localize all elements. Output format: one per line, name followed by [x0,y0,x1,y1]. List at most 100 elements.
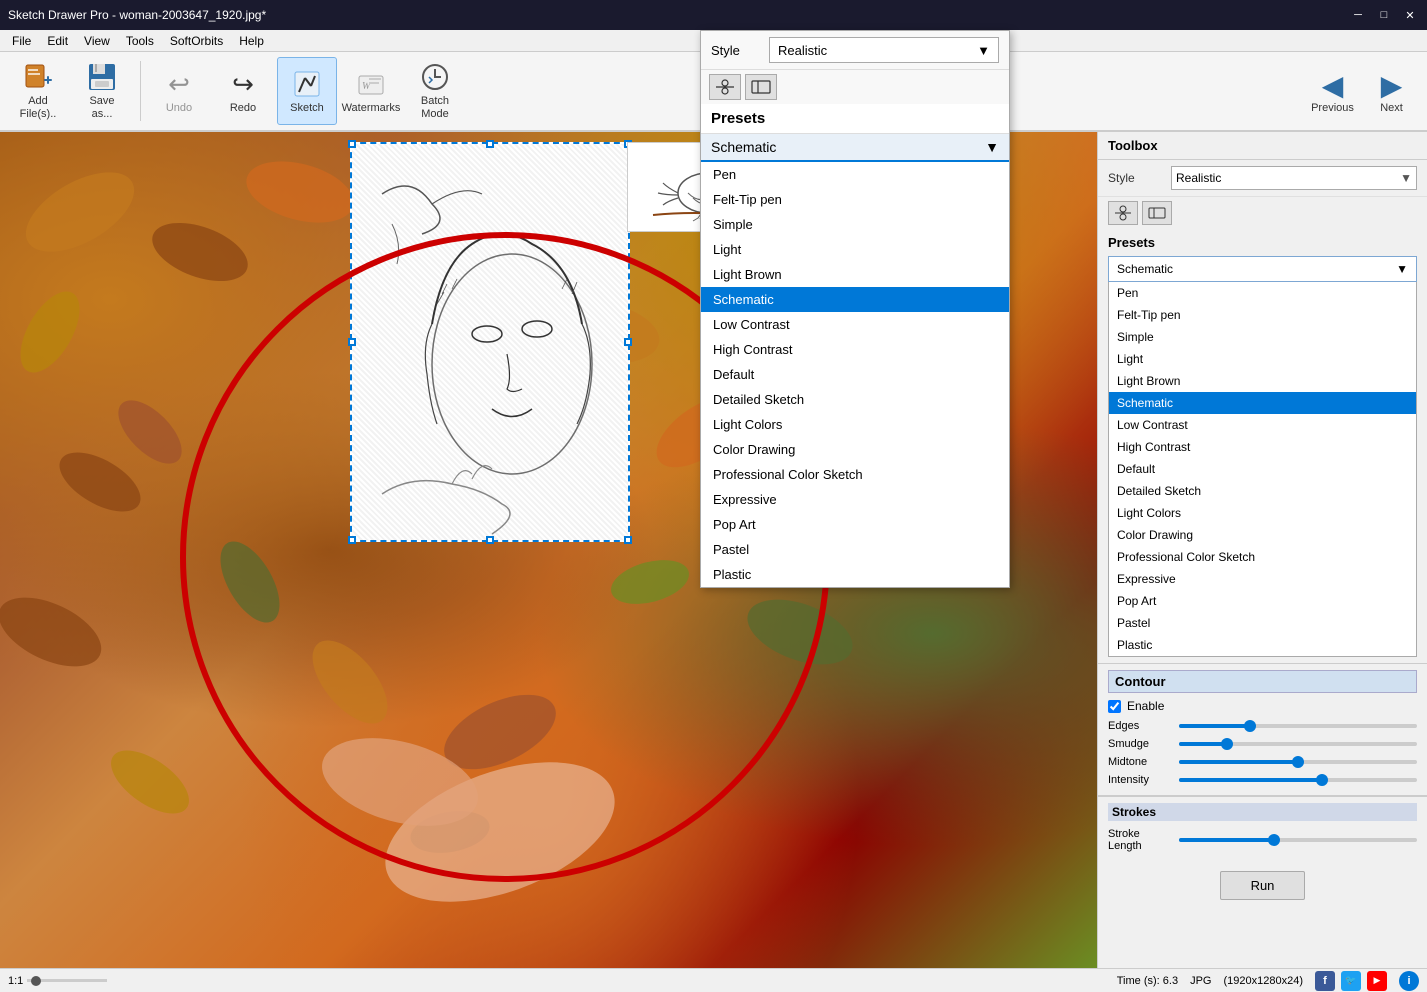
big-item-highcontrast[interactable]: High Contrast [701,337,1009,362]
sketch-drawing [352,144,628,540]
big-presets-label: Presets [701,104,1009,134]
big-item-colordrawing[interactable]: Color Drawing [701,437,1009,462]
preset-item-expressive[interactable]: Expressive [1109,568,1416,590]
menu-edit[interactable]: Edit [39,32,76,50]
menu-softorbits[interactable]: SoftOrbits [162,32,231,50]
big-item-pen[interactable]: Pen [701,162,1009,187]
previous-button[interactable]: ◀ Previous [1305,57,1360,125]
preset-item-default[interactable]: Default [1109,458,1416,480]
sketch-image [350,142,630,542]
handle-bottommid[interactable] [486,536,494,544]
big-item-profcolor[interactable]: Professional Color Sketch [701,462,1009,487]
info-icon[interactable]: i [1399,971,1419,991]
preset-dropdown-arrow: ▼ [1396,262,1408,276]
big-item-lightbrown[interactable]: Light Brown [701,262,1009,287]
edges-label: Edges [1108,720,1173,732]
big-item-pastel[interactable]: Pastel [701,537,1009,562]
sketch-label: Sketch [290,102,324,114]
save-icon [86,61,118,93]
preset-item-simple[interactable]: Simple [1109,326,1416,348]
edges-row: Edges [1108,717,1417,735]
preset-item-lightcolors[interactable]: Light Colors [1109,502,1416,524]
batch-mode-button[interactable]: BatchMode [405,57,465,125]
save-as-button[interactable]: Saveas... [72,57,132,125]
run-button[interactable]: Run [1220,871,1306,900]
big-item-felt[interactable]: Felt-Tip pen [701,187,1009,212]
preset-item-lightbrown[interactable]: Light Brown [1109,370,1416,392]
midtone-label: Midtone [1108,756,1173,768]
big-item-light[interactable]: Light [701,237,1009,262]
handle-topleft[interactable] [348,140,356,148]
preset-item-pen[interactable]: Pen [1109,282,1416,304]
preset-item-light[interactable]: Light [1109,348,1416,370]
preset-item-detailed[interactable]: Detailed Sketch [1109,480,1416,502]
menu-file[interactable]: File [4,32,39,50]
handle-bottomleft[interactable] [348,536,356,544]
midtone-slider[interactable] [1179,760,1417,764]
preset-item-popart[interactable]: Pop Art [1109,590,1416,612]
big-icon-btn-1[interactable] [709,74,741,100]
style-row: Style Realistic ▼ [1098,160,1427,197]
minimize-button[interactable]: ─ [1349,6,1367,24]
big-preset-select[interactable]: Schematic ▼ [701,134,1009,162]
redo-label: Redo [230,102,256,114]
stroke-length-row: Stroke Length [1108,825,1417,855]
preset-item-felt[interactable]: Felt-Tip pen [1109,304,1416,326]
big-icon-btn-2[interactable] [745,74,777,100]
preset-item-lowcontrast[interactable]: Low Contrast [1109,414,1416,436]
zoom-slider[interactable] [27,979,107,982]
big-item-lightcolors[interactable]: Light Colors [701,412,1009,437]
big-item-popart[interactable]: Pop Art [701,512,1009,537]
handle-leftmid[interactable] [348,338,356,346]
big-item-default[interactable]: Default [701,362,1009,387]
big-item-lowcontrast[interactable]: Low Contrast [701,312,1009,337]
intensity-slider[interactable] [1179,778,1417,782]
big-item-simple[interactable]: Simple [701,212,1009,237]
intensity-label: Intensity [1108,774,1173,786]
facebook-icon[interactable]: f [1315,971,1335,991]
big-style-select[interactable]: Realistic ▼ [769,37,999,63]
handle-bottomright[interactable] [624,536,632,544]
big-item-schematic[interactable]: Schematic [701,287,1009,312]
preset-item-plastic[interactable]: Plastic [1109,634,1416,656]
menu-view[interactable]: View [76,32,118,50]
handle-topmid[interactable] [486,140,494,148]
stroke-length-slider[interactable] [1179,838,1417,842]
toolbox-panel: Toolbox Style Realistic ▼ Presets Schema… [1097,132,1427,968]
preset-item-profcolor[interactable]: Professional Color Sketch [1109,546,1416,568]
preset-item-schematic[interactable]: Schematic [1109,392,1416,414]
big-item-detailed[interactable]: Detailed Sketch [701,387,1009,412]
add-file-button[interactable]: AddFile(s).. [8,57,68,125]
preset-dropdown-list: Pen Felt-Tip pen Simple Light Light Brow… [1108,282,1417,657]
twitter-icon[interactable]: 🐦 [1341,971,1361,991]
title-bar: Sketch Drawer Pro - woman-2003647_1920.j… [0,0,1427,30]
previous-label: Previous [1311,102,1354,114]
preset-item-highcontrast[interactable]: High Contrast [1109,436,1416,458]
undo-button[interactable]: ↩ Undo [149,57,209,125]
menu-tools[interactable]: Tools [118,32,162,50]
nav-buttons: ◀ Previous ▶ Next [1305,57,1419,125]
preset-item-pastel[interactable]: Pastel [1109,612,1416,634]
preset-item-colordrawing[interactable]: Color Drawing [1109,524,1416,546]
redo-button[interactable]: ↪ Redo [213,57,273,125]
close-button[interactable]: ✕ [1401,6,1419,24]
menu-help[interactable]: Help [231,32,272,50]
big-item-expressive[interactable]: Expressive [701,487,1009,512]
sketch-button[interactable]: Sketch [277,57,337,125]
next-button[interactable]: ▶ Next [1364,57,1419,125]
time-label: Time (s): 6.3 [1117,975,1178,987]
preset-icon-btn-2[interactable] [1142,201,1172,225]
enable-row: Enable [1108,699,1417,713]
edges-slider[interactable] [1179,724,1417,728]
maximize-button[interactable]: □ [1375,6,1393,24]
big-item-plastic[interactable]: Plastic [701,562,1009,587]
enable-checkbox[interactable] [1108,700,1121,713]
smudge-slider[interactable] [1179,742,1417,746]
strokes-title: Strokes [1108,803,1417,821]
youtube-icon[interactable]: ▶ [1367,971,1387,991]
preset-icon-btn-1[interactable] [1108,201,1138,225]
watermarks-button[interactable]: W Watermarks [341,57,401,125]
style-select[interactable]: Realistic ▼ [1171,166,1417,190]
preset-select[interactable]: Schematic ▼ [1108,256,1417,282]
handle-rightmid[interactable] [624,338,632,346]
